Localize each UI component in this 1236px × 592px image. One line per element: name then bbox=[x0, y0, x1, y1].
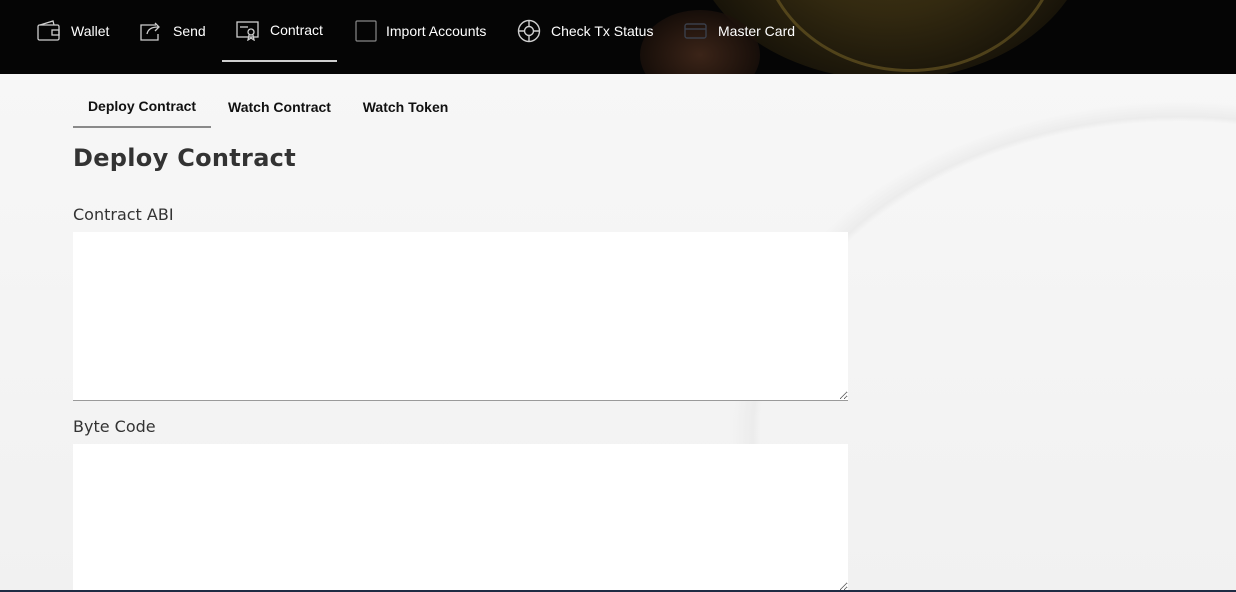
nav-import-accounts[interactable]: Import Accounts bbox=[354, 0, 486, 62]
import-icon bbox=[354, 19, 378, 43]
nav-check-tx-status-label: Check Tx Status bbox=[551, 23, 654, 39]
send-icon bbox=[139, 19, 163, 43]
byte-code-label: Byte Code bbox=[73, 417, 156, 436]
nav-wallet-label: Wallet bbox=[71, 23, 110, 39]
wallet-icon bbox=[37, 19, 61, 43]
nav-contract-label: Contract bbox=[270, 22, 323, 38]
contract-abi-label: Contract ABI bbox=[73, 205, 174, 224]
card-icon bbox=[684, 19, 708, 43]
byte-code-input[interactable] bbox=[73, 444, 848, 592]
tab-watch-contract[interactable]: Watch Contract bbox=[218, 86, 341, 128]
nav-check-tx-status[interactable]: Check Tx Status bbox=[517, 0, 653, 62]
nav-send[interactable]: Send bbox=[139, 0, 206, 62]
contract-abi-input[interactable] bbox=[73, 232, 848, 401]
status-icon bbox=[517, 19, 541, 43]
nav-master-card[interactable]: Master Card bbox=[684, 0, 795, 62]
nav-contract[interactable]: Contract bbox=[222, 0, 337, 62]
tab-watch-token[interactable]: Watch Token bbox=[353, 86, 458, 128]
nav-master-card-label: Master Card bbox=[718, 23, 796, 39]
nav-import-accounts-label: Import Accounts bbox=[386, 23, 487, 39]
tab-deploy-contract[interactable]: Deploy Contract bbox=[73, 86, 211, 128]
nav-send-label: Send bbox=[173, 23, 206, 39]
top-navigation: Wallet Send Contract Import Accounts Che… bbox=[0, 0, 1236, 74]
page-title: Deploy Contract bbox=[73, 144, 296, 172]
nav-wallet[interactable]: Wallet bbox=[37, 0, 109, 62]
contract-icon bbox=[236, 18, 260, 42]
